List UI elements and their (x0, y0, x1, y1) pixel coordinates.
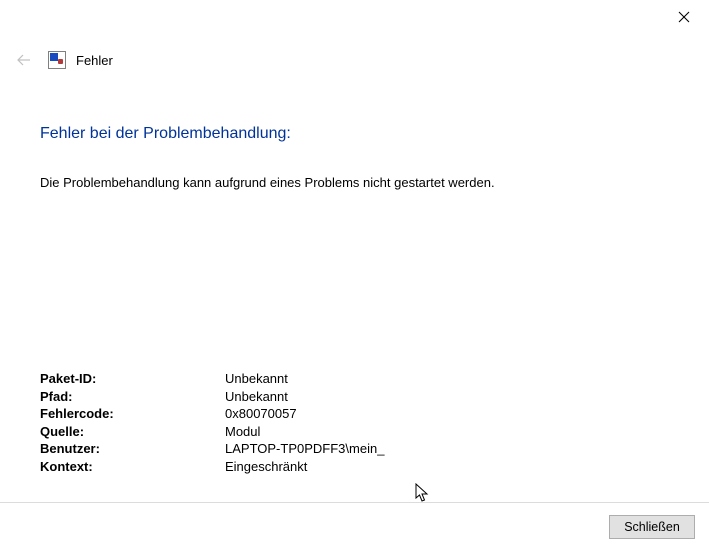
details-label: Kontext: (40, 458, 225, 476)
details-row: Quelle: Modul (40, 423, 669, 441)
close-icon[interactable] (675, 8, 693, 26)
content-area: Fehler bei der Problembehandlung: Die Pr… (0, 70, 709, 475)
page-heading: Fehler bei der Problembehandlung: (40, 125, 669, 143)
details-value: 0x80070057 (225, 405, 669, 423)
header-row: Fehler (0, 50, 709, 70)
details-label: Quelle: (40, 423, 225, 441)
details-value: Modul (225, 423, 669, 441)
back-arrow-icon[interactable] (14, 50, 34, 70)
details-table: Paket-ID: Unbekannt Pfad: Unbekannt Fehl… (40, 370, 669, 475)
details-value: LAPTOP-TP0PDFF3\mein_ (225, 440, 669, 458)
details-value: Unbekannt (225, 388, 669, 406)
details-label: Paket-ID: (40, 370, 225, 388)
details-value: Unbekannt (225, 370, 669, 388)
title-bar (0, 0, 709, 30)
close-button[interactable]: Schließen (609, 515, 695, 539)
details-label: Fehlercode: (40, 405, 225, 423)
details-row: Benutzer: LAPTOP-TP0PDFF3\mein_ (40, 440, 669, 458)
details-label: Pfad: (40, 388, 225, 406)
details-row: Paket-ID: Unbekannt (40, 370, 669, 388)
details-row: Pfad: Unbekannt (40, 388, 669, 406)
details-row: Fehlercode: 0x80070057 (40, 405, 669, 423)
error-description: Die Problembehandlung kann aufgrund eine… (40, 175, 669, 190)
footer-bar: Schließen (0, 502, 709, 551)
details-row: Kontext: Eingeschränkt (40, 458, 669, 476)
cursor-icon (415, 483, 431, 503)
details-label: Benutzer: (40, 440, 225, 458)
details-value: Eingeschränkt (225, 458, 669, 476)
troubleshoot-app-icon (48, 51, 66, 69)
window-title: Fehler (76, 53, 113, 68)
